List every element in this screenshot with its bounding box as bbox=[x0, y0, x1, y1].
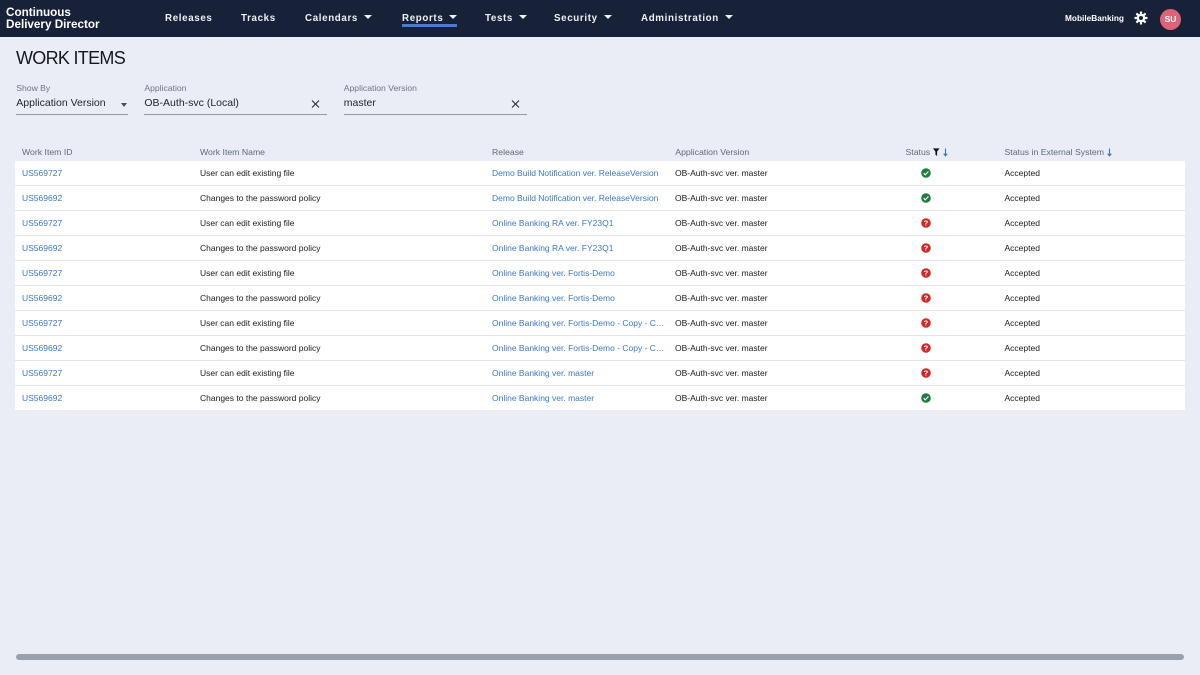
svg-text:?: ? bbox=[924, 318, 929, 327]
svg-text:?: ? bbox=[924, 243, 929, 252]
svg-text:?: ? bbox=[924, 268, 929, 277]
svg-text:?: ? bbox=[924, 343, 929, 352]
svg-text:?: ? bbox=[924, 368, 929, 377]
svg-text:?: ? bbox=[924, 293, 929, 302]
svg-text:?: ? bbox=[924, 218, 929, 227]
